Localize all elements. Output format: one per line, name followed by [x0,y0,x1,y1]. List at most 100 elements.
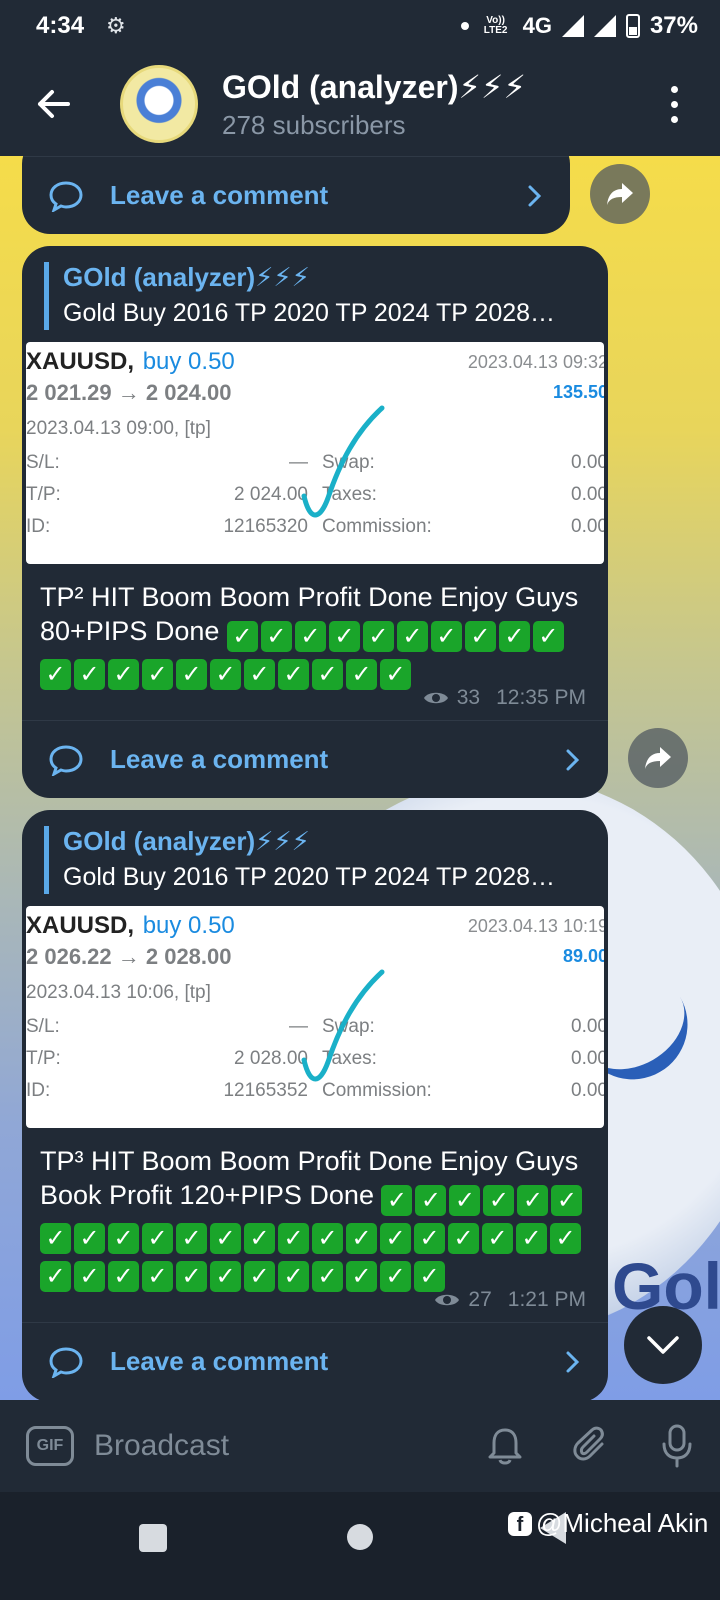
reply-quote[interactable]: GOld (analyzer)⚡⚡⚡ Gold Buy 2016 TP 2020… [44,262,596,330]
view-count: 27 [468,1288,492,1311]
trade-open-time: 2023.04.13 10:06, [tp] [26,982,211,1003]
trade-screenshot[interactable]: XAUUSD, buy 0.50 2023.04.13 09:32 2 021.… [26,342,604,564]
signal-icon-2 [593,15,616,37]
check-mark-icon: ✓ [517,1185,549,1216]
check-mark-icon: ✓ [74,1223,105,1254]
message-meta: 27 1:21 PM [434,1288,586,1312]
trade-prices: 2 026.22 → 2 028.00 [26,944,232,969]
handwritten-tick-icon [301,405,385,518]
check-mark-icon: ✓ [550,1223,581,1254]
broadcast-input[interactable]: Broadcast [94,1429,229,1463]
leave-comment-button[interactable]: Leave a comment [22,1322,608,1400]
back-button[interactable] [18,69,88,139]
recent-apps-button[interactable] [139,1524,167,1552]
status-indicators: Vo)) LTE2 4G 37% [460,12,698,40]
message-text: TP² HIT Boom Boom Profit Done Enjoy Guys… [40,580,590,690]
check-mark-icon: ✓ [40,1223,71,1254]
check-mark-icon: ✓ [260,621,292,652]
check-mark-icon: ✓ [176,1223,207,1254]
settings-gear-icon: ⚙ [106,13,126,38]
check-mark-icon: ✓ [142,1223,173,1254]
attach-paperclip-icon[interactable] [572,1426,612,1466]
channel-info[interactable]: GOld (analyzer)⚡⚡⚡ 278 subscribers [222,68,526,141]
chevron-right-icon [566,1351,580,1372]
trade-symbol: XAUUSD, buy 0.50 [26,348,235,375]
forward-arrow-icon [645,747,671,769]
check-mark-icon: ✓ [380,1223,411,1254]
microphone-icon[interactable] [660,1424,694,1468]
check-mark-icon: ✓ [449,1185,481,1216]
gif-button[interactable]: GIF [26,1426,74,1466]
message-bubble[interactable]: GOld (analyzer)⚡⚡⚡ Gold Buy 2016 TP 2020… [22,810,608,1400]
trade-close-time: 2023.04.13 09:32 [467,352,604,372]
check-mark-icon: ✓ [362,621,394,652]
dot-icon [670,100,678,108]
leave-comment-button[interactable]: Leave a comment [22,720,608,798]
check-mark-icon: ✓ [482,1223,513,1254]
check-mark-icon: ✓ [415,1185,447,1216]
message-meta: 33 12:35 PM [423,686,586,710]
reply-author: GOld (analyzer)⚡⚡⚡ [63,826,310,856]
notification-dot-icon [460,22,469,30]
check-mark-icon: ✓ [176,659,207,690]
trade-profit: 135.50 [552,382,604,402]
chat-area[interactable]: Gol Leave a comment GOld (analyzer)⚡⚡⚡ G… [0,156,720,1400]
comment-icon [49,1346,83,1378]
check-mark-icon: ✓ [108,659,139,690]
leave-comment-button[interactable]: Leave a comment [22,156,570,234]
check-mark-icon: ✓ [40,659,71,690]
reply-preview: Gold Buy 2016 TP 2020 TP 2024 TP 2028… [63,863,556,891]
back-arrow-icon [38,90,70,118]
trade-symbol: XAUUSD, buy 0.50 [26,912,235,939]
more-options-button[interactable] [664,85,684,123]
dot-icon [670,115,678,123]
views-eye-icon [423,692,448,704]
reply-quote[interactable]: GOld (analyzer)⚡⚡⚡ Gold Buy 2016 TP 2020… [44,826,596,894]
chevron-down-icon [647,1336,679,1354]
watermark: f @Micheal Akin [508,1508,708,1539]
forward-button[interactable] [590,164,650,224]
message-text: TP³ HIT Boom Boom Profit Done Enjoy Guys… [40,1144,590,1292]
check-mark-icon: ✓ [346,659,377,690]
comment-icon [49,180,83,212]
bell-icon[interactable] [486,1426,524,1466]
check-mark-icon: ✓ [244,659,275,690]
trade-open-time: 2023.04.13 09:00, [tp] [26,418,211,439]
channel-avatar[interactable] [120,65,198,143]
trade-side: buy 0.50 [142,912,235,939]
check-mark-icon: ✓ [396,621,428,652]
home-button[interactable] [347,1524,373,1550]
check-mark-icon: ✓ [108,1223,139,1254]
handwritten-tick-icon [301,969,385,1082]
trade-profit: 89.00 [562,946,604,966]
check-mark-icon: ✓ [278,1223,309,1254]
check-mark-icon: ✓ [328,621,360,652]
channel-title: GOld (analyzer)⚡⚡⚡ [222,68,526,105]
status-bar: 4:34 ⚙ Vo)) LTE2 4G 37% [0,0,720,52]
check-mark-icon: ✓ [312,1223,343,1254]
check-mark-icon: ✓ [516,1223,547,1254]
check-mark-icon: ✓ [74,659,105,690]
check-mark-icon: ✓ [381,1185,413,1216]
check-mark-icon: ✓ [142,1261,173,1292]
trade-prices: 2 021.29 → 2 024.00 [26,380,232,405]
check-mark-icon: ✓ [483,1185,515,1216]
check-mark-icon: ✓ [244,1261,275,1292]
dot-icon [670,85,678,93]
message-time: 1:21 PM [507,1288,586,1311]
check-mark-icon: ✓ [532,621,564,652]
scroll-to-bottom-button[interactable] [624,1306,702,1384]
check-mark-icon: ✓ [346,1261,377,1292]
reply-preview: Gold Buy 2016 TP 2020 TP 2024 TP 2028… [63,299,556,327]
message-bubble[interactable]: Leave a comment [22,156,570,234]
check-mark-icon: ✓ [498,621,530,652]
views-eye-icon [435,1294,460,1306]
check-mark-icon: ✓ [278,659,309,690]
check-mark-icon: ✓ [448,1223,479,1254]
check-mark-icon: ✓ [380,659,411,690]
forward-button[interactable] [628,728,688,788]
message-bubble[interactable]: GOld (analyzer)⚡⚡⚡ Gold Buy 2016 TP 2020… [22,246,608,798]
check-mark-icon: ✓ [74,1261,105,1292]
check-mark-icon: ✓ [142,659,173,690]
trade-screenshot[interactable]: XAUUSD, buy 0.50 2023.04.13 10:19 2 026.… [26,906,604,1128]
